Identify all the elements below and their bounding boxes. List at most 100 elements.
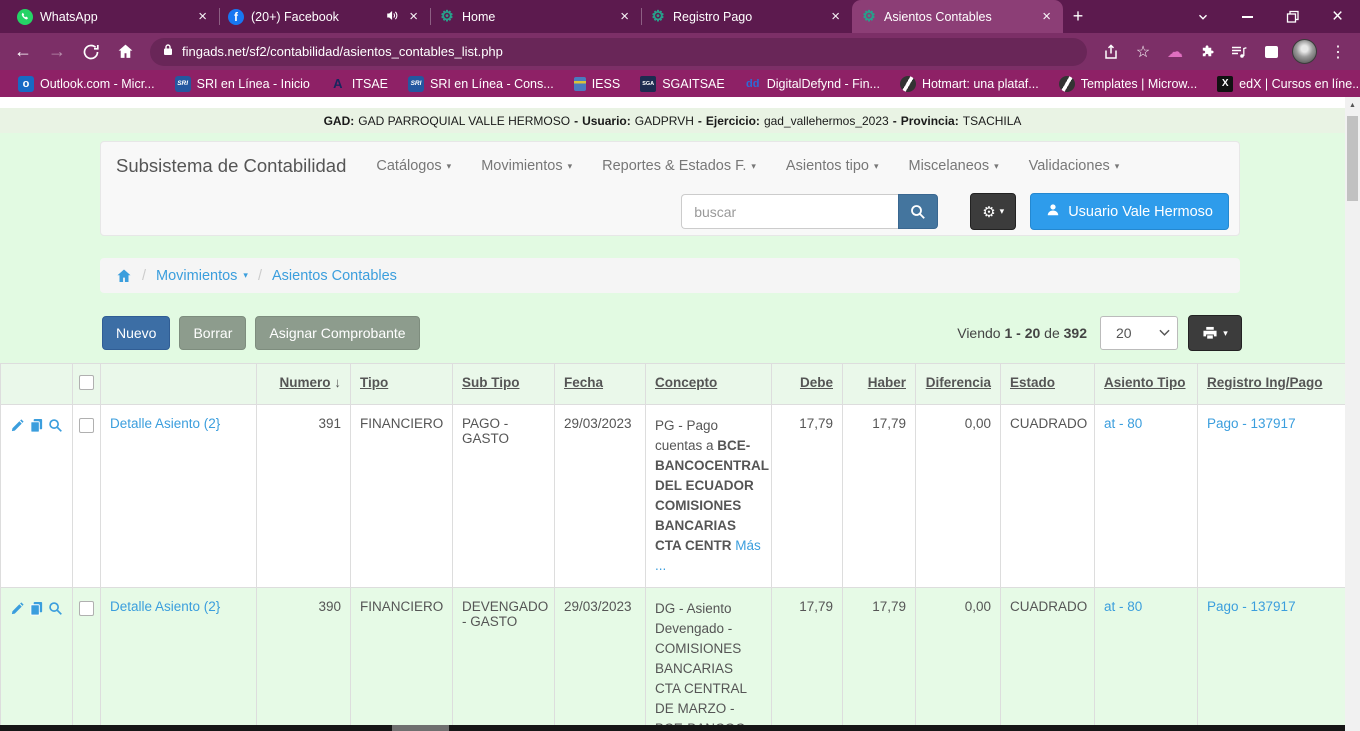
header-asiento-tipo[interactable]: Asiento Tipo	[1095, 364, 1198, 405]
bookmark-itsae[interactable]: A ITSAE	[322, 76, 396, 92]
user-icon	[1046, 203, 1060, 221]
view-magnifier-icon[interactable]	[48, 418, 63, 436]
search-input[interactable]	[681, 194, 898, 229]
menu-miscelaneos[interactable]: Miscelaneos ▾	[908, 158, 998, 174]
registro-pago-link[interactable]: Pago - 137917	[1207, 599, 1296, 614]
tab-asientos-contables-active[interactable]: ⚙ Asientos Contables ×	[852, 0, 1063, 33]
menu-catalogos[interactable]: Catálogos ▾	[376, 158, 451, 174]
tab-title: (20+) Facebook	[251, 10, 379, 24]
extensions-puzzle-icon[interactable]	[1193, 38, 1221, 66]
page-size-select[interactable]: 20	[1100, 316, 1178, 350]
borrar-button[interactable]: Borrar	[179, 316, 246, 350]
asiento-tipo-link[interactable]: at - 80	[1104, 599, 1142, 614]
tab-registro-pago[interactable]: ⚙ Registro Pago ×	[641, 0, 852, 33]
horizontal-scrollbar[interactable]	[0, 725, 1345, 731]
detalle-asiento-link[interactable]: Detalle Asiento (2}	[110, 599, 220, 614]
bookmark-iess[interactable]: IESS	[566, 77, 629, 91]
bookmark-sri-inicio[interactable]: SRI SRI en Línea - Inicio	[167, 76, 318, 92]
tab-whatsapp[interactable]: WhatsApp ×	[8, 0, 219, 33]
home-icon[interactable]	[110, 37, 140, 67]
menu-reportes[interactable]: Reportes & Estados F. ▾	[602, 158, 756, 174]
window-restore-button[interactable]	[1270, 0, 1315, 33]
concepto-text: PG - Pago cuentas a	[655, 418, 718, 453]
reload-icon[interactable]	[76, 37, 106, 67]
header-tipo[interactable]: Tipo	[351, 364, 453, 405]
tab-facebook[interactable]: f (20+) Facebook ×	[219, 0, 430, 33]
bookmark-label: SGAITSAE	[662, 77, 725, 91]
window-minimize-button[interactable]	[1225, 0, 1270, 33]
menu-asientos-tipo[interactable]: Asientos tipo ▾	[786, 158, 879, 174]
profile-avatar[interactable]	[1292, 39, 1317, 64]
asientos-table: Numero ↓ Tipo Sub Tipo Fecha Concepto De…	[0, 363, 1345, 731]
header-haber[interactable]: Haber	[843, 364, 916, 405]
vertical-scrollbar[interactable]: ▲	[1345, 97, 1360, 731]
settings-gear-button[interactable]: ⚙ ▾	[970, 193, 1016, 230]
registro-pago-link[interactable]: Pago - 137917	[1207, 416, 1296, 431]
vertical-scrollbar-thumb[interactable]	[1347, 116, 1358, 201]
back-icon[interactable]: ←	[8, 37, 38, 67]
provincia-value: TSACHILA	[963, 114, 1022, 128]
breadcrumb-home-icon[interactable]	[116, 268, 132, 284]
tab-close-icon[interactable]: ×	[195, 8, 210, 25]
user-button-label: Usuario Vale Hermoso	[1068, 204, 1213, 220]
bookmark-templates[interactable]: Templates | Microw...	[1051, 76, 1205, 92]
edx-favicon: X	[1217, 76, 1233, 92]
playlist-extension-icon[interactable]	[1225, 38, 1253, 66]
view-magnifier-icon[interactable]	[48, 601, 63, 619]
bookmark-edx[interactable]: X edX | Cursos en líne...	[1209, 76, 1360, 92]
header-estado[interactable]: Estado	[1001, 364, 1095, 405]
edit-pencil-icon[interactable]	[10, 418, 25, 436]
address-bar[interactable]: fingads.net/sf2/contabilidad/asientos_co…	[150, 38, 1087, 66]
breadcrumb-movimientos[interactable]: Movimientos ▾	[156, 268, 248, 284]
row-tipo-cell: FINANCIERO	[351, 405, 453, 588]
bookmark-digitaldefynd[interactable]: dd DigitalDefynd - Fin...	[737, 76, 888, 92]
row-detalle-cell: Detalle Asiento (2}	[101, 588, 257, 731]
new-tab-button[interactable]: +	[1063, 0, 1093, 33]
copy-icon[interactable]	[29, 418, 44, 436]
menu-validaciones[interactable]: Validaciones ▾	[1029, 158, 1120, 174]
forward-icon[interactable]: →	[42, 37, 72, 67]
asiento-tipo-link[interactable]: at - 80	[1104, 416, 1142, 431]
select-all-checkbox[interactable]	[79, 375, 94, 390]
detalle-asiento-link[interactable]: Detalle Asiento (2}	[110, 416, 220, 431]
row-checkbox[interactable]	[79, 418, 94, 433]
tab-close-icon[interactable]: ×	[406, 8, 421, 25]
tab-close-icon[interactable]: ×	[828, 8, 843, 25]
search-button[interactable]	[898, 194, 938, 229]
menu-movimientos[interactable]: Movimientos ▾	[481, 158, 572, 174]
edit-pencil-icon[interactable]	[10, 601, 25, 619]
cloud-extension-icon[interactable]: ☁	[1161, 38, 1189, 66]
side-panel-icon[interactable]	[1257, 38, 1285, 66]
tab-audio-icon[interactable]	[386, 9, 399, 25]
tab-home[interactable]: ⚙ Home ×	[430, 0, 641, 33]
bookmark-outlook[interactable]: o Outlook.com - Micr...	[10, 76, 163, 92]
user-button[interactable]: Usuario Vale Hermoso	[1030, 193, 1229, 230]
breadcrumb-asientos-contables[interactable]: Asientos Contables	[272, 268, 397, 284]
row-checkbox[interactable]	[79, 601, 94, 616]
asignar-comprobante-button[interactable]: Asignar Comprobante	[255, 316, 419, 350]
bookmark-sgaitsae[interactable]: SGA SGAITSAE	[632, 76, 733, 92]
header-subtipo[interactable]: Sub Tipo	[453, 364, 555, 405]
header-debe[interactable]: Debe	[772, 364, 843, 405]
tab-close-icon[interactable]: ×	[617, 8, 632, 25]
horizontal-scrollbar-thumb[interactable]	[392, 725, 449, 731]
header-numero[interactable]: Numero ↓	[257, 364, 351, 405]
print-button[interactable]: ▾	[1188, 315, 1242, 351]
row-checkbox-cell	[73, 588, 101, 731]
tab-search-chevron-icon[interactable]	[1180, 0, 1225, 33]
tab-close-icon[interactable]: ×	[1039, 8, 1054, 25]
window-close-button[interactable]: ×	[1315, 0, 1360, 33]
nuevo-button[interactable]: Nuevo	[102, 316, 170, 350]
chrome-menu-dots-icon[interactable]: ⋮	[1324, 38, 1352, 66]
header-diferencia[interactable]: Diferencia	[916, 364, 1001, 405]
header-registro[interactable]: Registro Ing/Pago	[1198, 364, 1346, 405]
copy-icon[interactable]	[29, 601, 44, 619]
bookmark-sri-consultas[interactable]: SRI SRI en Línea - Cons...	[400, 76, 562, 92]
scroll-up-arrow-icon[interactable]: ▲	[1345, 97, 1360, 113]
header-concepto[interactable]: Concepto	[646, 364, 772, 405]
share-icon[interactable]	[1097, 38, 1125, 66]
header-fecha[interactable]: Fecha	[555, 364, 646, 405]
ejercicio-value: gad_vallehermos_2023	[764, 114, 889, 128]
bookmark-hotmart[interactable]: Hotmart: una plataf...	[892, 76, 1047, 92]
bookmark-star-icon[interactable]: ☆	[1129, 38, 1157, 66]
